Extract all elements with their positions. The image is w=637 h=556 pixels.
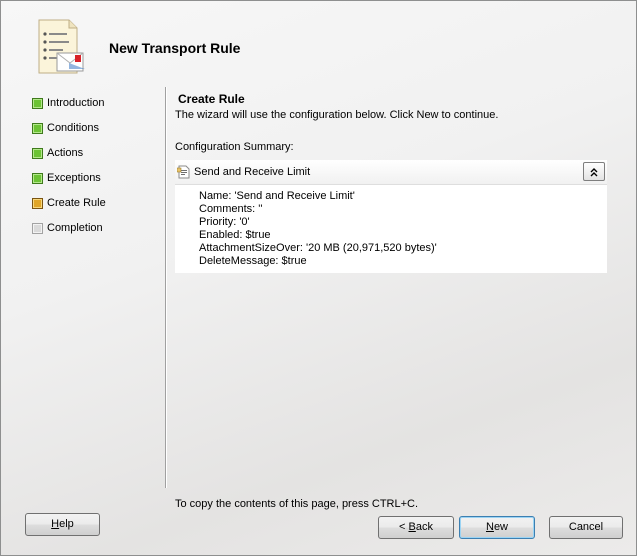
summary-line: Enabled: $true <box>199 229 271 241</box>
mnemonic: H <box>51 518 60 530</box>
step-complete-icon <box>32 123 43 134</box>
cancel-button[interactable]: Cancel <box>549 516 623 539</box>
mnemonic: N <box>485 521 494 533</box>
summary-line: DeleteMessage: $true <box>199 255 307 267</box>
page-description: The wizard will use the configuration be… <box>175 109 499 121</box>
wizard-window: New Transport Rule Introduction Conditio… <box>0 0 637 556</box>
new-button[interactable]: New <box>459 516 535 539</box>
step-label: Introduction <box>47 97 105 109</box>
button-label: ack <box>415 521 433 533</box>
step-complete-icon <box>32 98 43 109</box>
step-label: Create Rule <box>47 197 106 209</box>
step-label: Exceptions <box>47 172 101 184</box>
rule-document-icon <box>176 165 191 179</box>
summary-rule-name: Send and Receive Limit <box>194 166 311 178</box>
collapse-button[interactable] <box>583 162 605 181</box>
summary-line: AttachmentSizeOver: '20 MB (20,971,520 b… <box>199 242 437 254</box>
wizard-title: New Transport Rule <box>109 40 241 56</box>
summary-line: Priority: '0' <box>199 216 250 228</box>
button-label: ew <box>493 521 508 533</box>
summary-line: Name: 'Send and Receive Limit' <box>199 190 355 202</box>
double-chevron-up-icon <box>590 168 598 177</box>
copy-hint: To copy the contents of this page, press… <box>175 498 419 510</box>
summary-label: Configuration Summary: <box>175 141 294 153</box>
step-complete-icon <box>32 173 43 184</box>
step-current-icon <box>32 198 43 209</box>
page-title: Create Rule <box>178 92 245 106</box>
button-label: elp <box>59 518 74 530</box>
summary-header: Send and Receive Limit <box>175 160 607 185</box>
step-label: Conditions <box>47 122 99 134</box>
button-label: < <box>399 521 409 533</box>
summary-line: Comments: '' <box>199 203 263 215</box>
step-pending-icon <box>32 223 43 234</box>
back-button[interactable]: < Back <box>378 516 454 539</box>
transport-rule-icon <box>25 17 87 81</box>
step-complete-icon <box>32 148 43 159</box>
vertical-divider <box>165 87 167 488</box>
step-label: Completion <box>47 222 103 234</box>
button-label: Cancel <box>568 521 604 533</box>
help-button[interactable]: Help <box>25 513 100 536</box>
summary-details: Name: 'Send and Receive Limit' Comments:… <box>175 185 607 273</box>
step-label: Actions <box>47 147 84 159</box>
mnemonic: B <box>408 521 416 533</box>
